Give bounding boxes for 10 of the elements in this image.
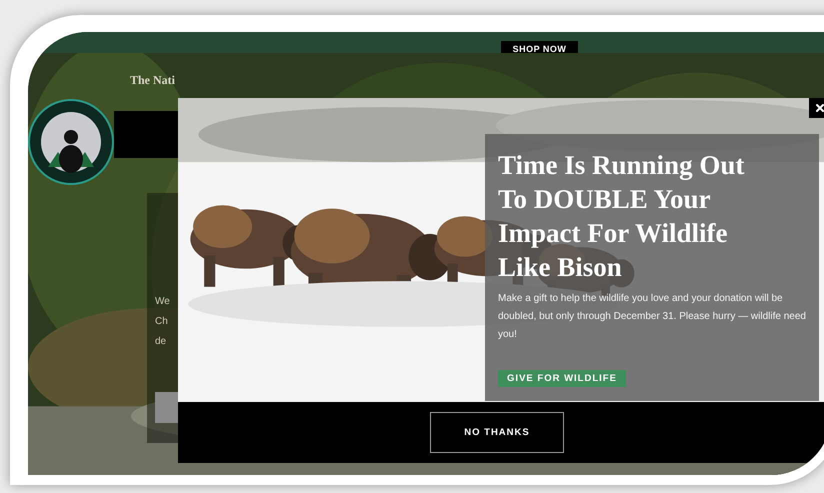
logo-icon[interactable] xyxy=(28,97,114,187)
promo-title: Time Is Running Out To DOUBLE Your Impact For Wildlife Like Bison xyxy=(498,149,746,284)
shop-now-button[interactable]: SHOP NOW xyxy=(500,41,578,53)
give-button[interactable]: GIVE FOR WILDLIFE xyxy=(498,370,626,387)
promo-text: Make a gift to help the wildlife you love and your donation will be doubled, but only through December 31. Please hurry — wildlife need you! xyxy=(498,292,807,342)
no-thanks-button[interactable]: NO THANKS xyxy=(430,412,564,453)
hero-text: Ch xyxy=(155,315,169,330)
hero-text: We xyxy=(155,295,171,310)
hero-text: de xyxy=(155,335,168,350)
nav-text[interactable]: The Nati xyxy=(130,73,824,88)
